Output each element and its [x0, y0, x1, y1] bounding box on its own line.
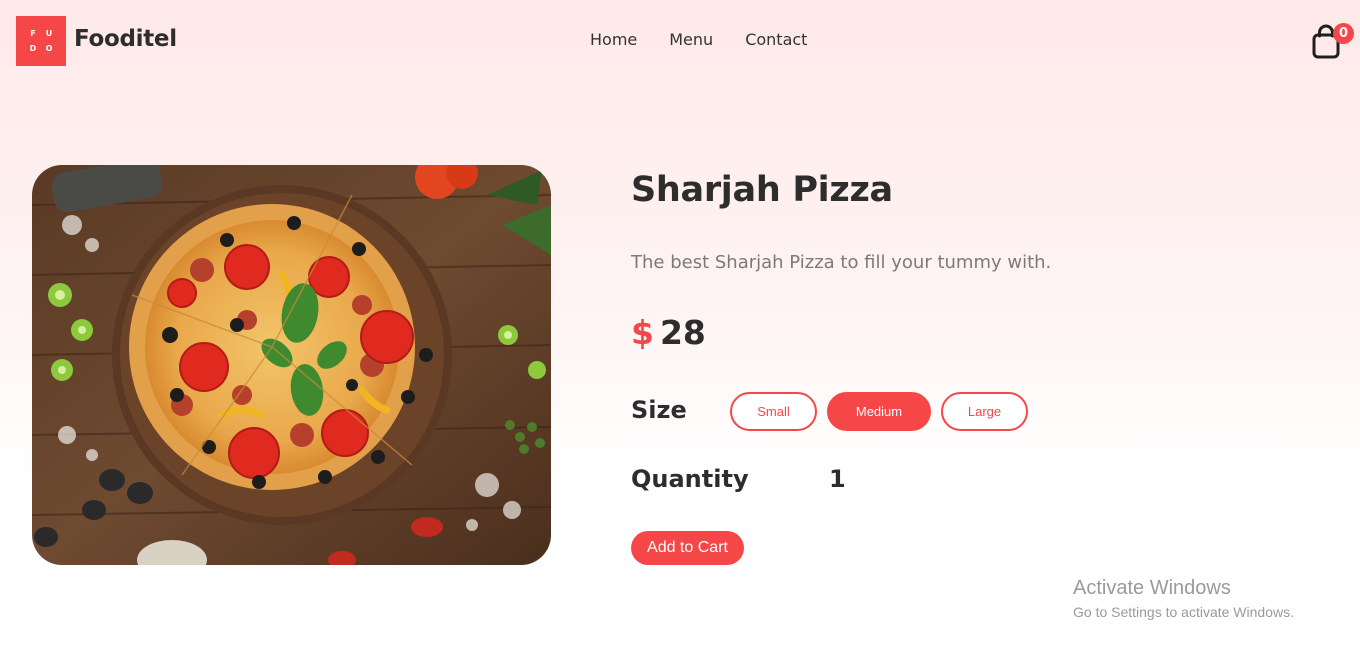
pizza-image — [32, 165, 551, 565]
brand-name[interactable]: Fooditel — [74, 26, 177, 52]
nav-link-contact[interactable]: Contact — [745, 30, 807, 49]
size-options: Small Medium Large — [730, 392, 1028, 431]
logo-letter: U — [45, 29, 53, 38]
logo[interactable]: F U D O — [16, 16, 66, 66]
nav-link-menu[interactable]: Menu — [669, 30, 713, 49]
watermark-subtitle: Go to Settings to activate Windows. — [1073, 604, 1294, 620]
size-large-button[interactable]: Large — [941, 392, 1028, 431]
windows-activation-watermark: Activate Windows Go to Settings to activ… — [1073, 577, 1294, 620]
cart-count-badge: 0 — [1333, 23, 1354, 44]
watermark-title: Activate Windows — [1073, 577, 1231, 599]
nav-links: Home Menu Contact — [590, 30, 807, 49]
product-image — [32, 165, 551, 565]
size-label: Size — [631, 396, 687, 424]
product-price: $28 — [631, 313, 706, 352]
price-currency: $ — [631, 313, 654, 352]
quantity-value[interactable]: 1 — [829, 465, 846, 493]
nav-link-home[interactable]: Home — [590, 30, 637, 49]
price-amount: 28 — [659, 313, 706, 352]
logo-letter: F — [30, 29, 36, 38]
size-medium-button[interactable]: Medium — [827, 392, 931, 431]
quantity-label: Quantity — [631, 465, 749, 493]
cart-button[interactable]: 0 — [1311, 22, 1355, 62]
logo-letter: D — [29, 44, 37, 53]
add-to-cart-button[interactable]: Add to Cart — [631, 531, 744, 565]
size-small-button[interactable]: Small — [730, 392, 817, 431]
product-description: The best Sharjah Pizza to fill your tumm… — [631, 252, 1052, 273]
product-title: Sharjah Pizza — [631, 170, 893, 210]
logo-letter: O — [45, 44, 53, 53]
navbar: F U D O Fooditel Home Menu Contact 0 — [0, 0, 1360, 82]
